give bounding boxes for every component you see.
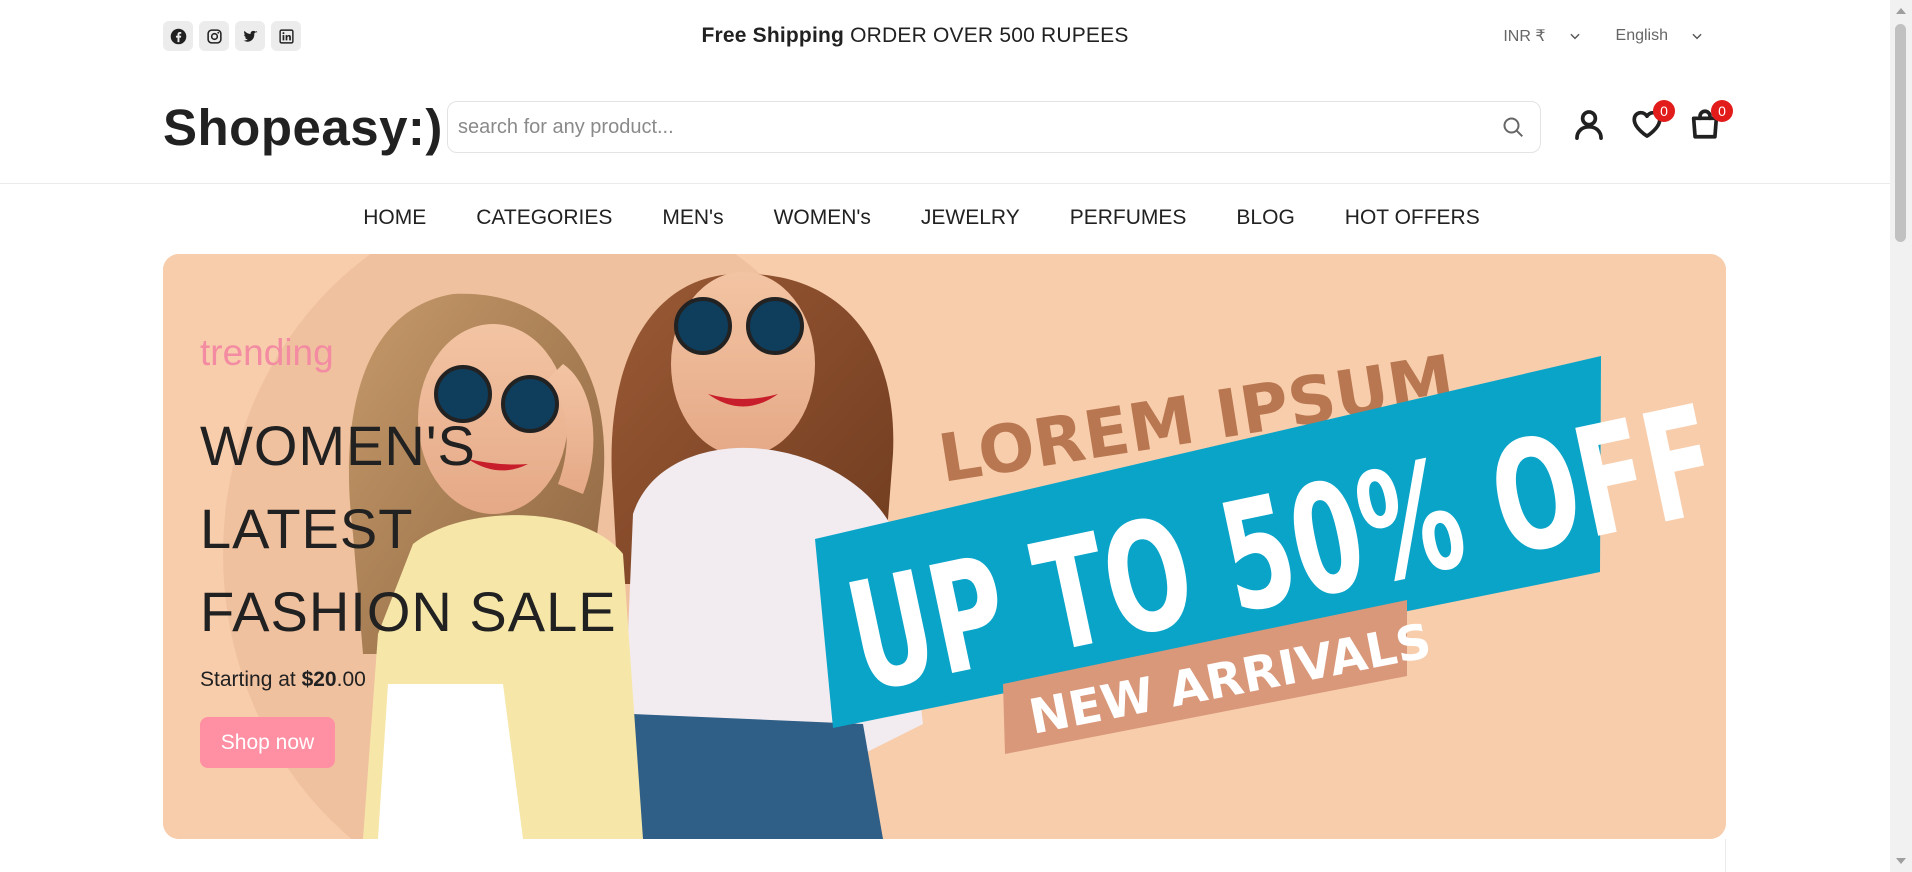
scroll-down-arrow-icon[interactable]: [1896, 858, 1906, 864]
promo-bold: Free Shipping: [701, 24, 845, 47]
price-cents: .00: [336, 668, 366, 691]
nav-item-perfumes[interactable]: PERFUMES: [1070, 206, 1187, 230]
nav-item-mens[interactable]: MEN's: [662, 206, 723, 230]
language-select[interactable]: English: [1616, 26, 1704, 46]
search-bar: [447, 101, 1541, 153]
chevron-down-icon: [1692, 33, 1702, 40]
header-divider: [0, 183, 1890, 184]
nav-item-hot-offers[interactable]: HOT OFFERS: [1345, 206, 1480, 230]
hero-title: WOMEN'S LATEST FASHION SALE: [200, 404, 660, 653]
hero-subtitle: trending: [200, 332, 334, 373]
content-divider: [1725, 839, 1726, 872]
hero-title-line: FASHION SALE: [200, 580, 617, 643]
language-value: English: [1615, 27, 1668, 44]
search-button[interactable]: [1500, 114, 1526, 140]
price-prefix: Starting at: [200, 668, 302, 691]
hero-price: Starting at $20.00: [200, 668, 366, 692]
search-icon: [1503, 117, 1524, 138]
page-scrollbar[interactable]: [1890, 0, 1912, 872]
promo-text: ORDER OVER 500 RUPEES: [850, 24, 1129, 47]
nav-item-jewelry[interactable]: JEWELRY: [921, 206, 1020, 230]
cart-count-badge: 0: [1711, 100, 1733, 122]
scroll-up-arrow-icon[interactable]: [1896, 8, 1906, 14]
shop-now-button[interactable]: Shop now: [200, 717, 335, 768]
nav-item-womens[interactable]: WOMEN's: [774, 206, 871, 230]
currency-value: INR ₹: [1503, 28, 1546, 45]
nav-item-categories[interactable]: CATEGORIES: [476, 206, 612, 230]
hero-banner: LOREM IPSUM UP TO 50% OFF NEW ARRIVALS t…: [163, 254, 1726, 839]
top-bar: Free Shipping ORDER OVER 500 RUPEES INR …: [0, 0, 1890, 72]
hero-title-line: LATEST: [200, 497, 414, 560]
cart-button[interactable]: 0: [1687, 100, 1733, 144]
nav-item-home[interactable]: HOME: [363, 206, 426, 230]
account-button[interactable]: [1571, 104, 1607, 144]
search-input[interactable]: [458, 102, 1458, 152]
currency-select[interactable]: INR ₹: [1503, 26, 1581, 46]
wishlist-count-badge: 0: [1653, 100, 1675, 122]
header-actions: 0 0: [1571, 100, 1733, 144]
locale-selects: INR ₹ English: [1503, 26, 1704, 46]
wishlist-button[interactable]: 0: [1629, 100, 1675, 144]
site-logo[interactable]: Shopeasy:): [163, 98, 443, 157]
chevron-down-icon: [1569, 33, 1580, 40]
price-amount: $20: [301, 668, 337, 691]
nav-item-blog[interactable]: BLOG: [1236, 206, 1294, 230]
user-icon: [1575, 110, 1603, 141]
main-nav: HOME CATEGORIES MEN's WOMEN's JEWELRY PE…: [0, 206, 1890, 230]
hero-title-line: WOMEN'S: [200, 414, 476, 477]
scroll-thumb[interactable]: [1895, 24, 1906, 242]
